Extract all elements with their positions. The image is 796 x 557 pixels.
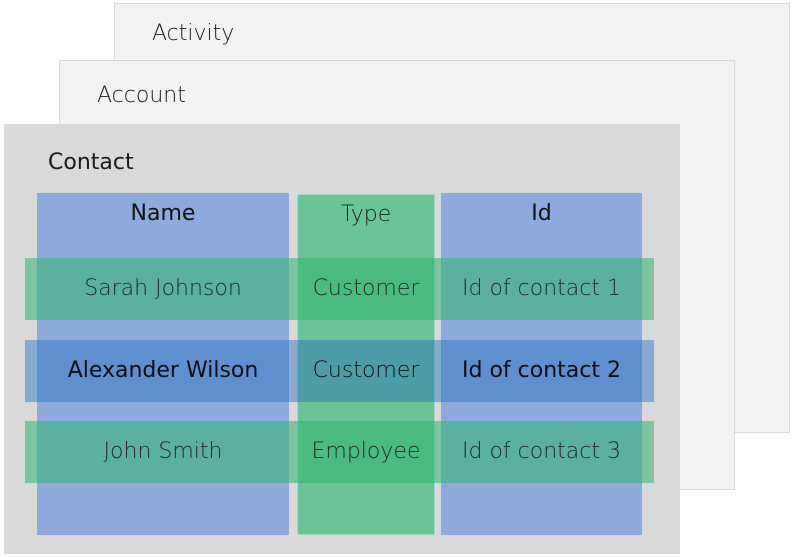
cell-type: Customer	[312, 358, 420, 383]
contact-card-title: Contact	[48, 150, 134, 175]
cell-name: Sarah Johnson	[84, 276, 242, 301]
table-row: Sarah Johnson Customer Id of contact 1	[25, 258, 654, 320]
cell-name: Alexander Wilson	[67, 358, 259, 383]
account-card-title: Account	[97, 83, 186, 108]
table-row: John Smith Employee Id of contact 3	[25, 421, 654, 483]
cell-type: Employee	[311, 439, 421, 464]
cell-id: Id of contact 1	[462, 276, 621, 301]
cell-name: John Smith	[103, 439, 223, 464]
cell-type: Customer	[312, 276, 420, 301]
cell-id: Id of contact 3	[462, 439, 621, 464]
column-header-id: Id	[531, 201, 552, 226]
column-header-name: Name	[130, 201, 196, 226]
activity-card-title: Activity	[152, 21, 235, 46]
column-header-type: Type	[340, 202, 392, 227]
cell-id: Id of contact 2	[462, 358, 621, 383]
table-row: Alexander Wilson Customer Id of contact …	[25, 340, 654, 402]
